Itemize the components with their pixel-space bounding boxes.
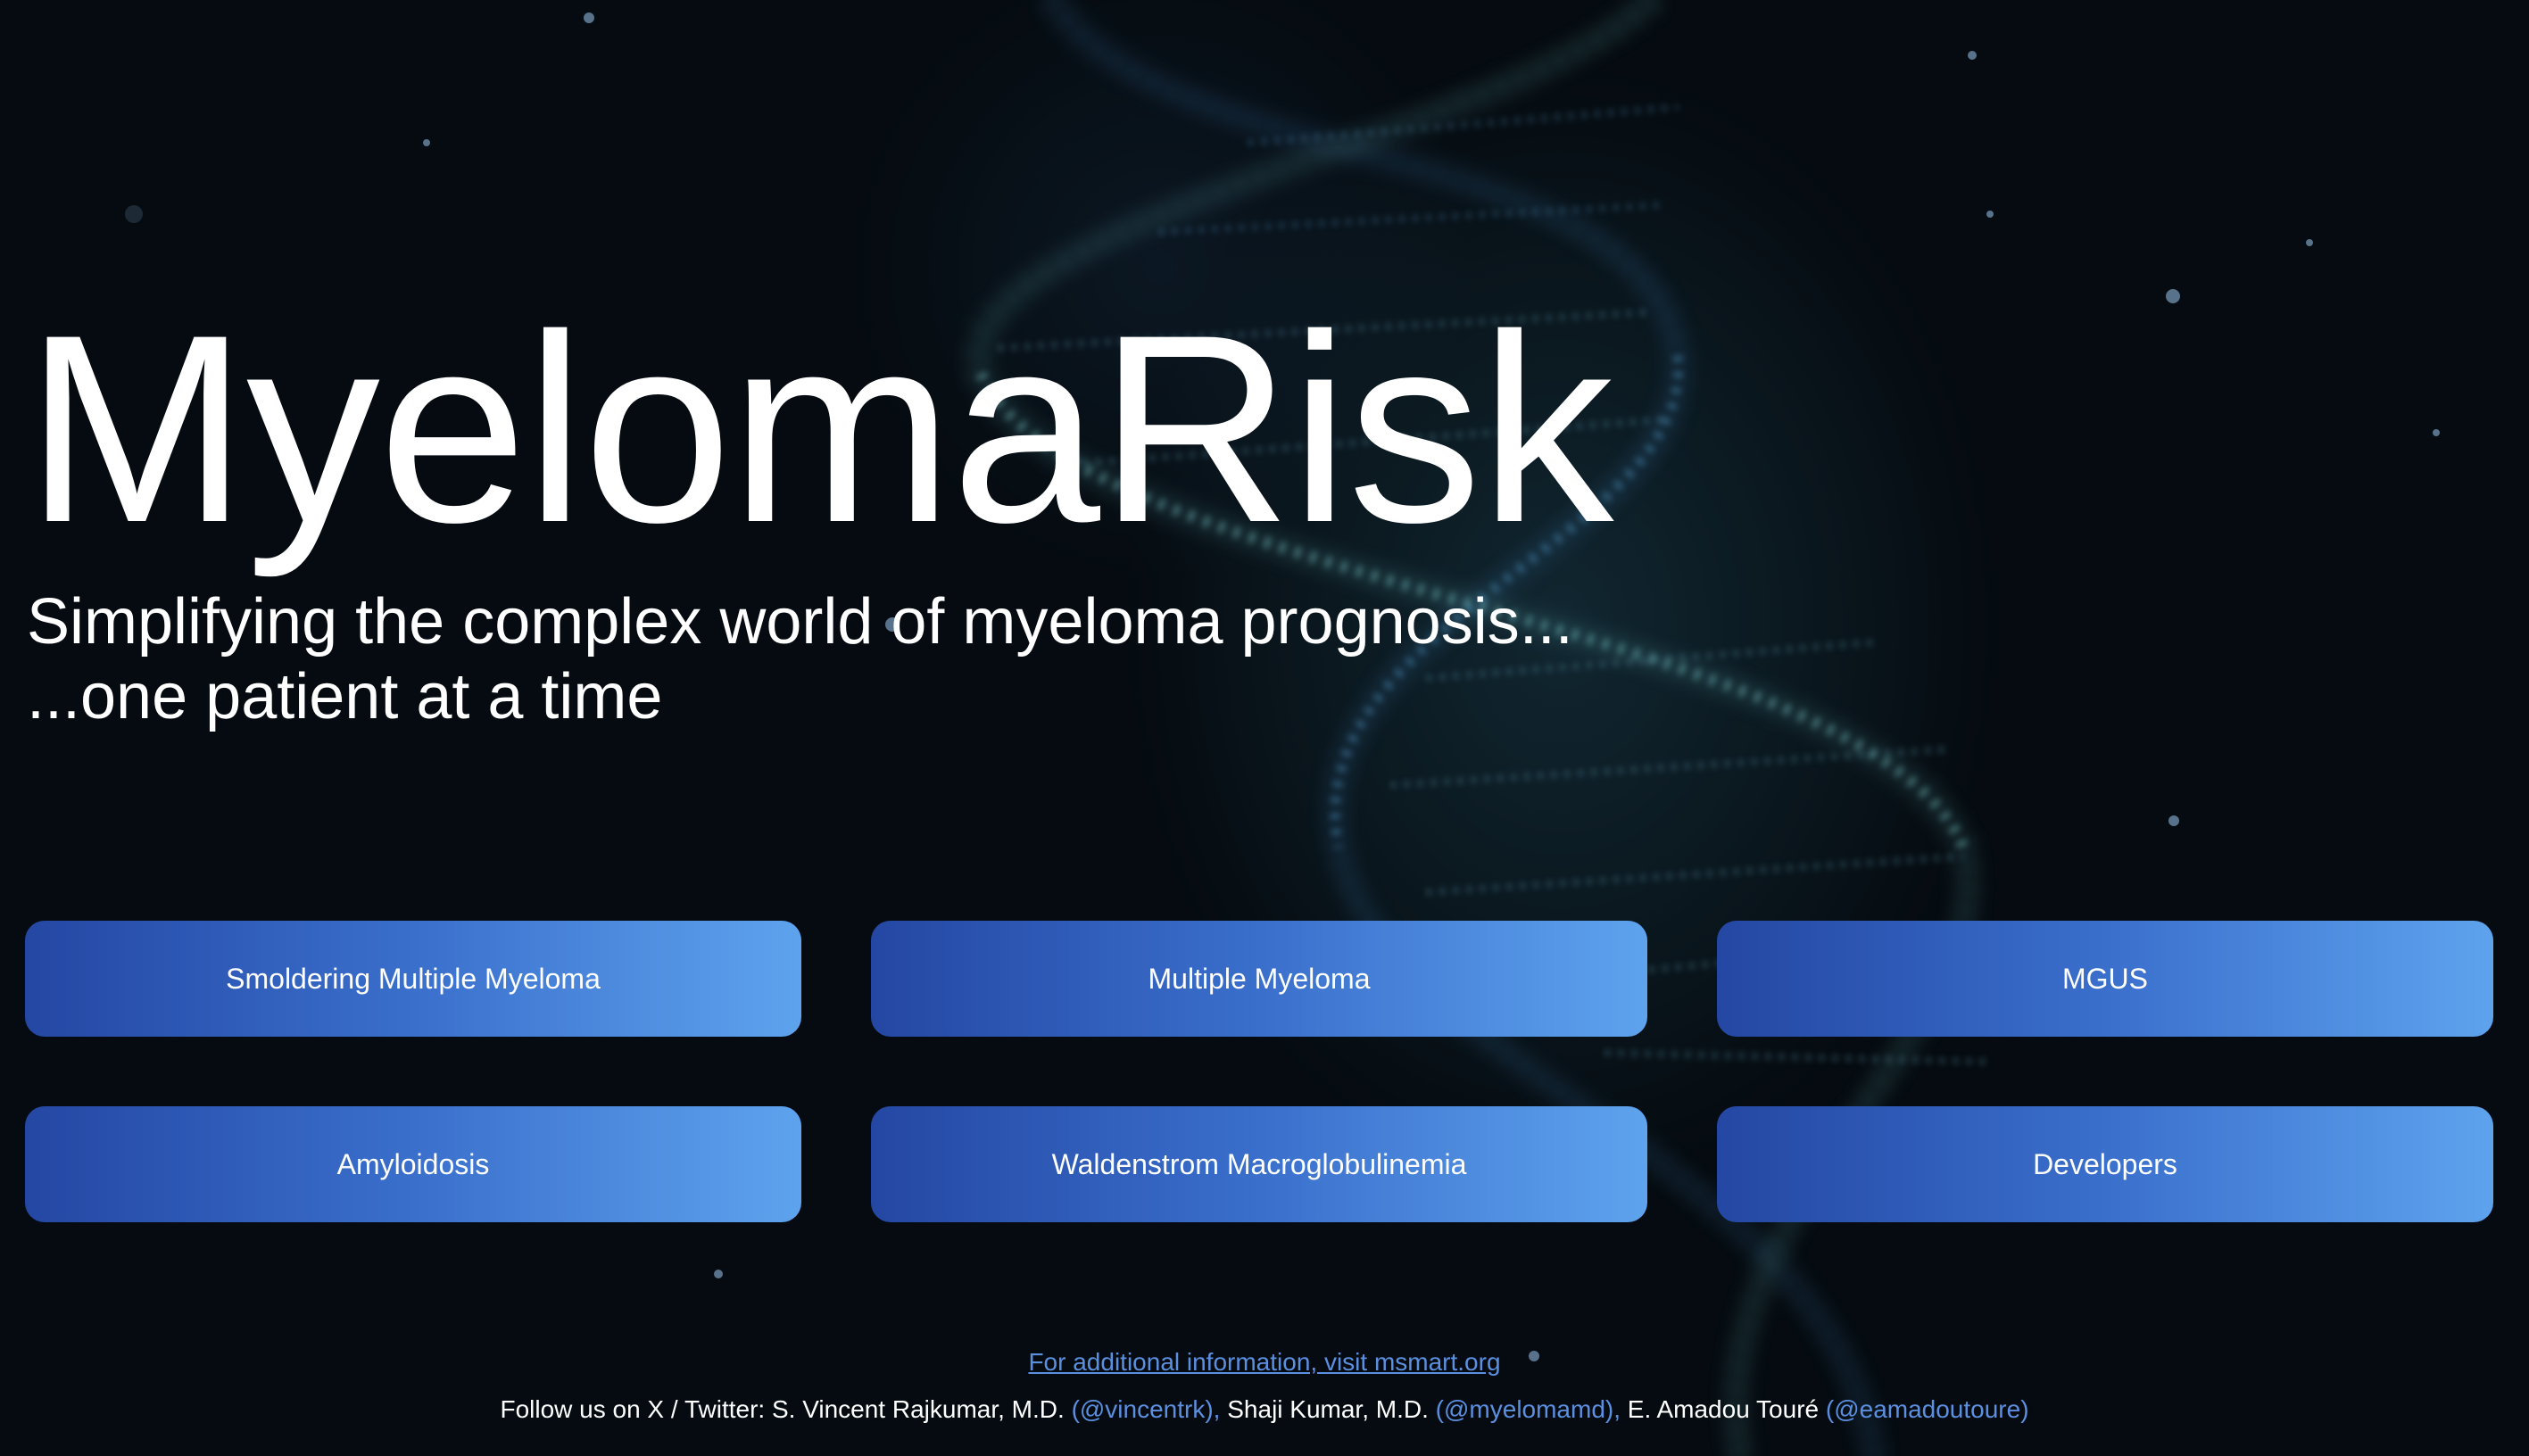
- author-name-2: Shaji Kumar, M.D.: [1227, 1395, 1429, 1423]
- developers-button[interactable]: Developers: [1717, 1106, 2493, 1222]
- mgus-button[interactable]: MGUS: [1717, 921, 2493, 1037]
- multiple-myeloma-button[interactable]: Multiple Myeloma: [871, 921, 1647, 1037]
- eamadoutoure-handle-link[interactable]: (@eamadoutoure): [1826, 1395, 2029, 1423]
- msmart-link[interactable]: For additional information, visit msmart…: [1028, 1348, 1500, 1376]
- myelomamd-handle-link[interactable]: (@myelomamd),: [1436, 1395, 1621, 1423]
- amyloidosis-button[interactable]: Amyloidosis: [25, 1106, 801, 1222]
- footer-follow: Follow us on X / Twitter: S. Vincent Raj…: [0, 1394, 2529, 1425]
- smoldering-multiple-myeloma-button[interactable]: Smoldering Multiple Myeloma: [25, 921, 801, 1037]
- tagline-line-1: Simplifying the complex world of myeloma…: [27, 586, 1573, 658]
- footer-info: For additional information, visit msmart…: [0, 1347, 2529, 1377]
- app-title: MyelomaRisk: [25, 278, 1613, 578]
- vincentrk-handle-link[interactable]: (@vincentrk),: [1072, 1395, 1221, 1423]
- follow-prefix: Follow us on X / Twitter: S. Vincent Raj…: [500, 1395, 1065, 1423]
- waldenstrom-macroglobulinemia-button[interactable]: Waldenstrom Macroglobulinemia: [871, 1106, 1647, 1222]
- tagline-line-2: ...one patient at a time: [27, 661, 663, 732]
- tagline: Simplifying the complex world of myeloma…: [27, 584, 1573, 734]
- author-name-3: E. Amadou Touré: [1627, 1395, 1820, 1423]
